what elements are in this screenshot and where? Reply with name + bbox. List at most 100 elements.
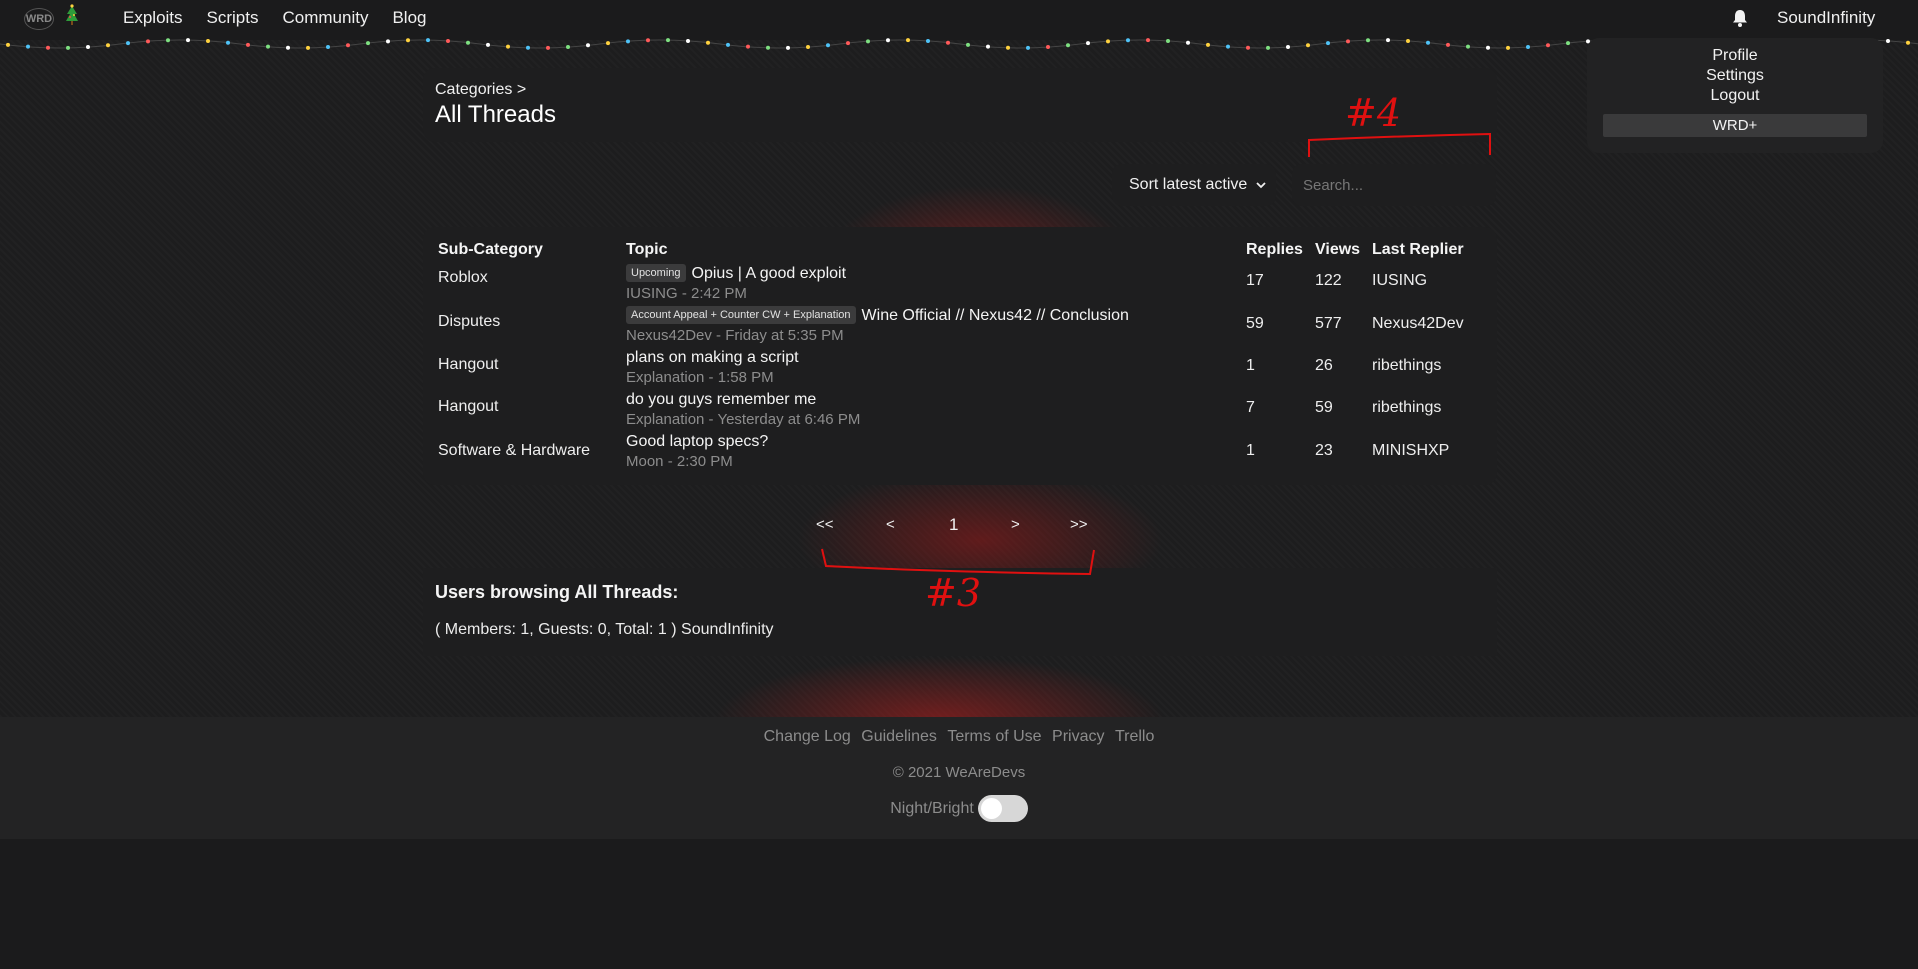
light-bulb	[1066, 43, 1070, 48]
last-replier-link[interactable]: ribethings	[1372, 357, 1441, 375]
thread-title-link[interactable]: Good laptop specs?	[626, 433, 768, 450]
table-row[interactable]: Software & Hardware Good laptop specs? M…	[423, 433, 1497, 475]
column-header-last-replier: Last Replier	[1372, 241, 1464, 258]
last-replier-link[interactable]: IUSING	[1372, 272, 1427, 290]
main-nav: Exploits Scripts Community Blog	[123, 8, 451, 28]
thread-title-link[interactable]: plans on making a script	[626, 349, 799, 366]
thread-title-link[interactable]: do you guys remember me	[626, 391, 816, 408]
light-bulb	[426, 38, 430, 43]
nav-link-exploits[interactable]: Exploits	[123, 8, 183, 28]
user-menu-trigger[interactable]: SoundInfinity	[1777, 8, 1875, 28]
light-bulb	[506, 44, 510, 49]
toggle-knob	[980, 798, 1002, 819]
light-bulb	[1146, 38, 1150, 43]
pagination-prev-button[interactable]: <	[886, 516, 895, 533]
thread-meta: Explanation - 1:58 PM	[626, 369, 774, 386]
threads-table: Sub-Category Topic Replies Views Last Re…	[423, 227, 1497, 485]
wrd-plus-button[interactable]: WRD+	[1603, 114, 1867, 137]
light-bulb	[66, 45, 70, 50]
light-bulb	[706, 40, 710, 45]
light-bulb	[186, 38, 190, 43]
light-bulb	[286, 45, 290, 50]
menu-item-settings[interactable]: Settings	[1587, 66, 1883, 86]
light-bulb	[1166, 39, 1170, 44]
nav-link-community[interactable]: Community	[283, 8, 369, 28]
subcategory-link[interactable]: Hangout	[438, 398, 499, 416]
theme-toggle-switch[interactable]	[977, 795, 1028, 822]
subcategory-link[interactable]: Disputes	[438, 313, 500, 331]
nav-link-scripts[interactable]: Scripts	[207, 8, 259, 28]
footer-link-terms[interactable]: Terms of Use	[947, 728, 1041, 745]
light-bulb	[1346, 39, 1350, 44]
light-bulb	[406, 38, 410, 43]
chevron-down-icon	[1256, 182, 1266, 189]
menu-item-profile[interactable]: Profile	[1587, 46, 1883, 66]
light-bulb	[146, 39, 150, 44]
site-logo[interactable]: WRD	[24, 8, 54, 30]
table-row[interactable]: Hangout plans on making a script Explana…	[423, 349, 1497, 391]
light-bulb	[166, 38, 170, 43]
subcategory-link[interactable]: Hangout	[438, 356, 499, 374]
nav-link-blog[interactable]: Blog	[392, 8, 426, 28]
menu-item-logout[interactable]: Logout	[1587, 86, 1883, 106]
theme-toggle-label: Night/Bright	[890, 799, 974, 817]
sort-dropdown[interactable]: Sort latest active	[1112, 164, 1276, 206]
light-bulb	[86, 44, 90, 49]
light-bulb	[1286, 44, 1290, 49]
light-bulb	[906, 38, 910, 43]
footer-link-privacy[interactable]: Privacy	[1052, 728, 1104, 745]
light-bulb	[526, 45, 530, 50]
light-bulb	[126, 41, 130, 46]
topic-cell: Good laptop specs? Moon - 2:30 PM	[626, 433, 768, 470]
last-replier-link[interactable]: MINISHXP	[1372, 442, 1449, 460]
light-bulb	[946, 40, 950, 45]
view-count: 577	[1315, 315, 1342, 332]
pagination-first-button[interactable]: <<	[816, 516, 834, 533]
table-row[interactable]: Roblox Upcoming Opius | A good exploit IU…	[423, 264, 1497, 306]
table-row[interactable]: Disputes Account Appeal + Counter CW + E…	[423, 306, 1497, 348]
pagination-last-button[interactable]: >>	[1070, 516, 1088, 533]
light-bulb	[106, 43, 110, 48]
light-bulb	[886, 38, 890, 43]
light-bulb	[986, 44, 990, 49]
subcategory-link[interactable]: Roblox	[438, 269, 488, 287]
light-bulb	[866, 39, 870, 44]
topic-cell: do you guys remember me Explanation - Ye…	[626, 391, 860, 428]
christmas-tree-icon	[66, 4, 78, 25]
footer-link-trello[interactable]: Trello	[1115, 728, 1154, 745]
footer-link-change-log[interactable]: Change Log	[764, 728, 851, 745]
light-bulb	[1446, 42, 1450, 47]
light-bulb	[1266, 45, 1270, 50]
light-bulb	[1886, 39, 1890, 44]
pagination-current-page[interactable]: 1	[949, 515, 958, 535]
pagination-next-button[interactable]: >	[1011, 516, 1020, 533]
thread-title-link[interactable]: Wine Official // Nexus42 // Conclusion	[862, 307, 1129, 324]
subcategory-link[interactable]: Software & Hardware	[438, 442, 590, 460]
light-bulb	[1486, 45, 1490, 50]
thread-meta: Explanation - Yesterday at 6:46 PM	[626, 411, 861, 428]
light-bulb	[766, 45, 770, 50]
last-replier-link[interactable]: Nexus42Dev	[1372, 315, 1464, 333]
column-header-views: Views	[1315, 241, 1361, 258]
table-row[interactable]: Hangout do you guys remember me Explanat…	[423, 391, 1497, 433]
light-bulb	[1006, 45, 1010, 50]
footer-link-guidelines[interactable]: Guidelines	[861, 728, 937, 745]
light-bulb	[1186, 40, 1190, 45]
light-bulb	[1206, 42, 1210, 47]
breadcrumb[interactable]: Categories >	[435, 81, 1485, 99]
light-bulb	[446, 39, 450, 44]
thread-title-link[interactable]: Opius | A good exploit	[692, 265, 846, 282]
column-header-topic: Topic	[626, 241, 668, 258]
search-input[interactable]	[1292, 164, 1496, 206]
light-bulb	[666, 38, 670, 43]
light-bulb	[326, 44, 330, 49]
light-bulb	[1386, 38, 1390, 43]
last-replier-link[interactable]: ribethings	[1372, 399, 1441, 417]
light-bulb	[246, 42, 250, 47]
notification-bell-icon[interactable]	[1730, 8, 1750, 28]
footer-links: Change Log Guidelines Terms of Use Priva…	[0, 728, 1918, 746]
page-header: Categories > All Threads	[423, 68, 1497, 142]
light-bulb	[366, 41, 370, 46]
light-bulb	[1326, 41, 1330, 46]
users-browsing-stats: ( Members: 1, Guests: 0, Total: 1 ) Soun…	[435, 621, 774, 638]
